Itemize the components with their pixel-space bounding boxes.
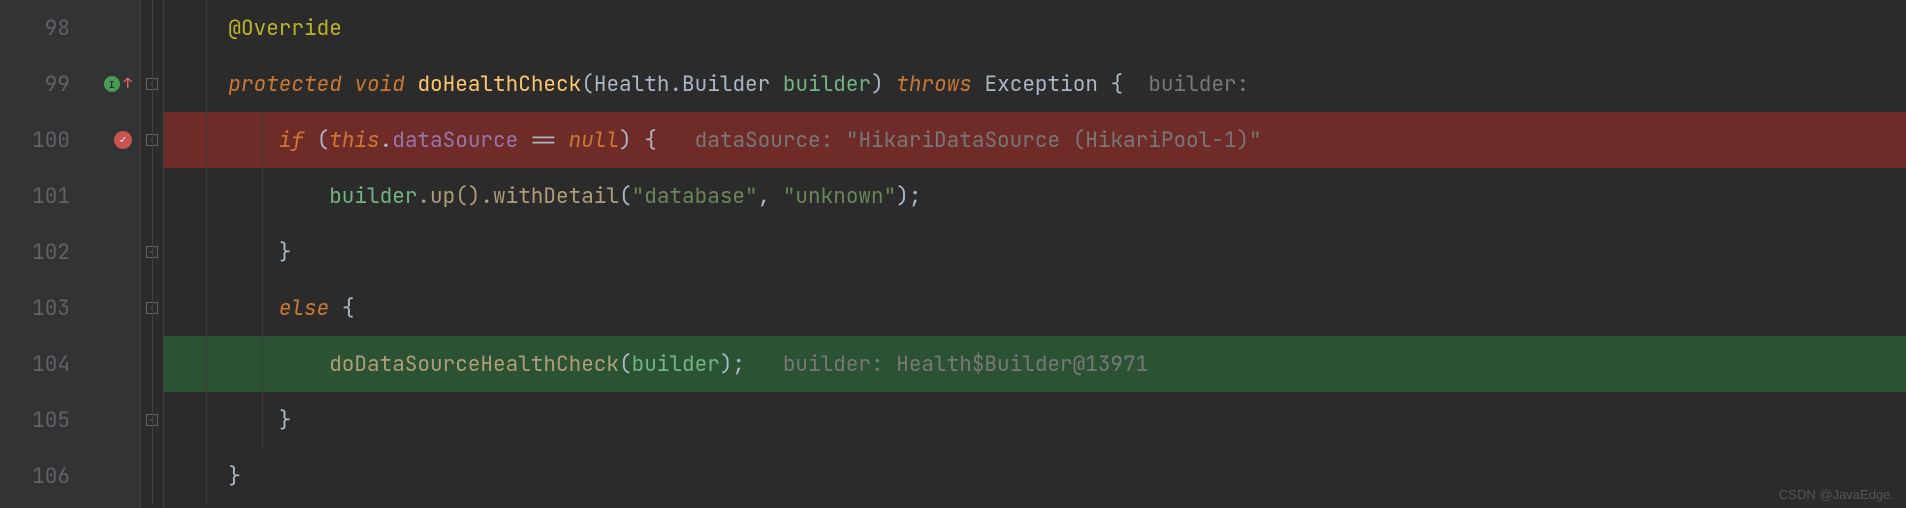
line-number: 100: [20, 127, 70, 154]
type: Health.Builder: [594, 71, 770, 98]
gutter-row[interactable]: 106: [0, 448, 140, 504]
code-line[interactable]: }: [164, 448, 1906, 504]
annotation: @Override: [228, 15, 341, 42]
line-number: 104: [20, 351, 70, 378]
code-line[interactable]: protected void doHealthCheck(Health.Buil…: [164, 56, 1906, 112]
code-line[interactable]: else {: [164, 280, 1906, 336]
line-number: 102: [20, 239, 70, 266]
gutter: 98 99 I ↑ 100 101 102 103: [0, 0, 140, 508]
code-line[interactable]: builder.up().withDetail("database", "unk…: [164, 168, 1906, 224]
line-number: 106: [20, 463, 70, 490]
gutter-icons: [82, 131, 132, 149]
fold-cell: ⌐: [141, 392, 163, 448]
gutter-row[interactable]: 105: [0, 392, 140, 448]
brace: }: [228, 463, 241, 490]
gutter-row[interactable]: 102: [0, 224, 140, 280]
gutter-icons: I ↑: [82, 75, 132, 93]
gutter-row[interactable]: 104: [0, 336, 140, 392]
inline-hint: builder:: [1123, 71, 1249, 98]
fold-cell: −: [141, 56, 163, 112]
line-number: 98: [20, 15, 70, 42]
keyword: void: [354, 71, 404, 98]
code-editor: 98 99 I ↑ 100 101 102 103: [0, 0, 1906, 508]
line-number: 105: [20, 407, 70, 434]
line-number: 99: [20, 71, 70, 98]
brace: }: [279, 239, 292, 266]
argument: builder: [632, 351, 720, 378]
gutter-row[interactable]: 100: [0, 112, 140, 168]
gutter-row[interactable]: 103: [0, 280, 140, 336]
gutter-row[interactable]: 99 I ↑: [0, 56, 140, 112]
code-line[interactable]: }: [164, 392, 1906, 448]
override-icon[interactable]: I: [104, 76, 120, 92]
fold-cell: [141, 336, 163, 392]
watermark: CSDN @JavaEdge.: [1779, 487, 1894, 502]
code-line[interactable]: @Override: [164, 0, 1906, 56]
string: "unknown": [783, 183, 896, 210]
code-area[interactable]: @Override protected void doHealthCheck(H…: [164, 0, 1906, 508]
gutter-row[interactable]: 101: [0, 168, 140, 224]
method-name: doHealthCheck: [417, 71, 581, 98]
inline-hint: dataSource: "HikariDataSource (HikariPoo…: [657, 127, 1262, 154]
keyword: null: [569, 127, 619, 154]
line-number: 103: [20, 295, 70, 322]
parameter: builder: [783, 71, 871, 98]
fold-column: − − ⌐ − ⌐: [140, 0, 164, 508]
code-line-breakpoint[interactable]: if (this.dataSource == null) { dataSourc…: [164, 112, 1906, 168]
keyword: this: [329, 127, 379, 154]
brace: }: [279, 407, 292, 434]
keyword: if: [279, 127, 304, 154]
keyword: throws: [896, 71, 972, 98]
method-call: .up().withDetail: [417, 183, 619, 210]
fold-cell: ⌐: [141, 224, 163, 280]
fold-cell: [141, 168, 163, 224]
fold-cell: −: [141, 280, 163, 336]
keyword: else: [279, 295, 329, 322]
type: Exception: [985, 71, 1098, 98]
field: dataSource: [392, 127, 518, 154]
method-call: doDataSourceHealthCheck: [329, 351, 619, 378]
line-number: 101: [20, 183, 70, 210]
string: "database": [632, 183, 758, 210]
fold-cell: [141, 0, 163, 56]
inline-hint: builder: Health$Builder@13971: [745, 351, 1148, 378]
fold-cell: [141, 448, 163, 504]
variable: builder: [329, 183, 417, 210]
arrow-up-icon: ↑: [124, 75, 132, 93]
keyword: protected: [228, 71, 341, 98]
code-line[interactable]: }: [164, 224, 1906, 280]
fold-cell: −: [141, 112, 163, 168]
code-line-execution[interactable]: doDataSourceHealthCheck(builder); builde…: [164, 336, 1906, 392]
breakpoint-icon[interactable]: [114, 131, 132, 149]
gutter-row[interactable]: 98: [0, 0, 140, 56]
